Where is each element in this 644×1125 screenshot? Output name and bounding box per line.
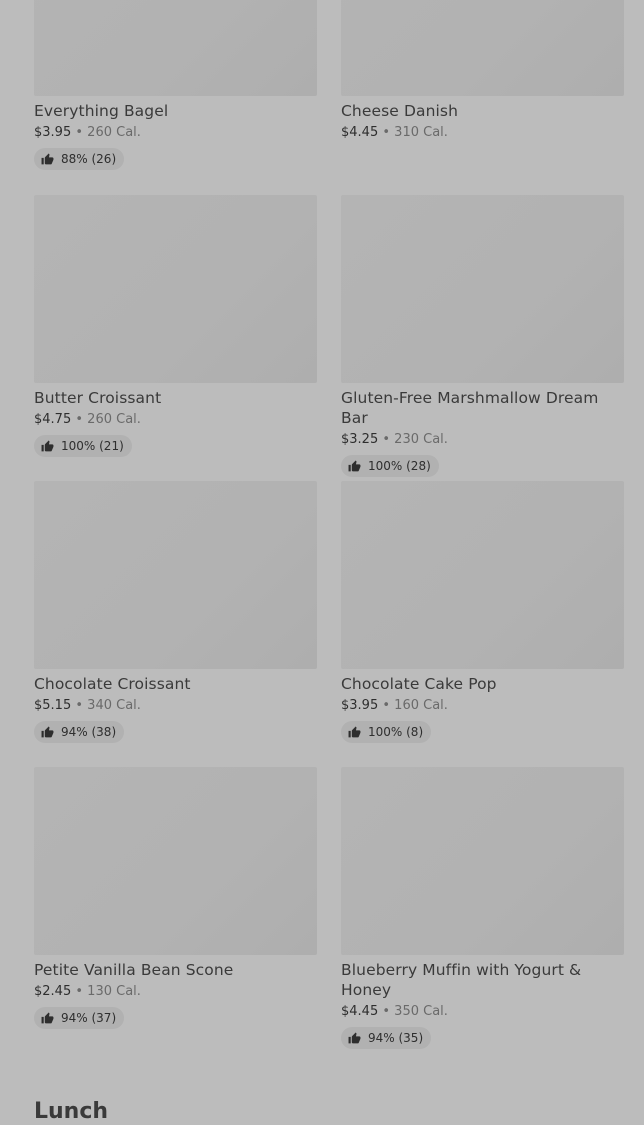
rating-text: 100% (8)	[368, 725, 424, 739]
item-meta: $3.95 • 260 Cal.	[34, 124, 318, 141]
thumbs-up-icon	[348, 460, 361, 471]
item-price: $3.95	[34, 125, 72, 140]
item-name: Chocolate Cake Pop	[341, 675, 497, 693]
item-price: $5.15	[34, 698, 72, 713]
rating-badge: 100% (21)	[34, 435, 132, 457]
item-image[interactable]	[341, 0, 624, 96]
meta-separator: •	[75, 412, 84, 427]
rating-badge: 100% (28)	[341, 455, 439, 477]
meta-separator: •	[75, 125, 84, 140]
menu-page: Everything Bagel $3.95 • 260 Cal. 88% (2…	[0, 0, 644, 1125]
rating-text: 94% (37)	[61, 1011, 117, 1025]
item-meta: $5.15 • 340 Cal.	[34, 697, 318, 714]
item-calories: 350 Cal.	[394, 1004, 448, 1019]
menu-item-card[interactable]: Petite Vanilla Bean Scone $2.45 • 130 Ca…	[34, 767, 318, 1029]
thumbs-up-icon	[41, 440, 54, 451]
meta-separator: •	[382, 698, 391, 713]
menu-item-card[interactable]: Chocolate Cake Pop $3.95 • 160 Cal. 100%…	[341, 481, 625, 743]
rating-badge: 94% (37)	[34, 1007, 125, 1029]
item-calories: 130 Cal.	[87, 984, 141, 999]
rating-badge: 94% (38)	[34, 721, 125, 743]
item-image[interactable]	[34, 195, 317, 383]
item-image[interactable]	[34, 0, 317, 96]
item-name: Butter Croissant	[34, 389, 162, 407]
item-meta: $3.95 • 160 Cal.	[341, 697, 625, 714]
item-image[interactable]	[341, 767, 624, 955]
thumbs-up-icon	[348, 726, 361, 737]
item-name: Chocolate Croissant	[34, 675, 191, 693]
rating-text: 94% (35)	[368, 1031, 424, 1045]
item-calories: 260 Cal.	[87, 412, 141, 427]
item-price: $4.45	[341, 1004, 379, 1019]
item-image[interactable]	[341, 481, 624, 669]
menu-item-card[interactable]: Chocolate Croissant $5.15 • 340 Cal. 94%…	[34, 481, 318, 743]
item-meta: $2.45 • 130 Cal.	[34, 983, 318, 1000]
rating-badge: 100% (8)	[341, 721, 432, 743]
item-price: $3.25	[341, 432, 379, 447]
item-meta: $4.45 • 350 Cal.	[341, 1003, 625, 1020]
item-calories: 230 Cal.	[394, 432, 448, 447]
menu-item-card[interactable]: Blueberry Muffin with Yogurt & Honey $4.…	[341, 767, 625, 1049]
rating-badge: 88% (26)	[34, 148, 125, 170]
item-meta: $4.45 • 310 Cal.	[341, 124, 625, 141]
item-price: $2.45	[34, 984, 72, 999]
item-meta: $3.25 • 230 Cal.	[341, 431, 625, 448]
item-name: Cheese Danish	[341, 102, 459, 120]
item-price: $4.45	[341, 125, 379, 140]
meta-separator: •	[382, 432, 391, 447]
thumbs-up-icon	[348, 1032, 361, 1043]
item-calories: 160 Cal.	[394, 698, 448, 713]
item-name: Gluten-Free Marshmallow Dream Bar	[341, 389, 599, 427]
rating-text: 88% (26)	[61, 152, 117, 166]
item-calories: 260 Cal.	[87, 125, 141, 140]
item-calories: 310 Cal.	[394, 125, 448, 140]
section-title-lunch: Lunch	[34, 1099, 109, 1124]
meta-separator: •	[382, 1004, 391, 1019]
item-name: Everything Bagel	[34, 102, 169, 120]
item-price: $3.95	[341, 698, 379, 713]
rating-text: 100% (28)	[368, 459, 431, 473]
thumbs-up-icon	[41, 153, 54, 164]
rating-text: 94% (38)	[61, 725, 117, 739]
item-image[interactable]	[34, 481, 317, 669]
rating-badge: 94% (35)	[341, 1027, 432, 1049]
thumbs-up-icon	[41, 1012, 54, 1023]
item-meta: $4.75 • 260 Cal.	[34, 411, 318, 428]
meta-separator: •	[75, 698, 84, 713]
item-name: Petite Vanilla Bean Scone	[34, 961, 234, 979]
meta-separator: •	[382, 125, 391, 140]
rating-text: 100% (21)	[61, 439, 124, 453]
meta-separator: •	[75, 984, 84, 999]
menu-item-card[interactable]: Cheese Danish $4.45 • 310 Cal.	[341, 0, 625, 141]
item-calories: 340 Cal.	[87, 698, 141, 713]
menu-item-card[interactable]: Butter Croissant $4.75 • 260 Cal. 100% (…	[34, 195, 318, 457]
item-name: Blueberry Muffin with Yogurt & Honey	[341, 961, 582, 999]
item-image[interactable]	[34, 767, 317, 955]
item-image[interactable]	[341, 195, 624, 383]
item-price: $4.75	[34, 412, 72, 427]
thumbs-up-icon	[41, 726, 54, 737]
menu-item-card[interactable]: Gluten-Free Marshmallow Dream Bar $3.25 …	[341, 195, 625, 477]
menu-item-card[interactable]: Everything Bagel $3.95 • 260 Cal. 88% (2…	[34, 0, 318, 170]
